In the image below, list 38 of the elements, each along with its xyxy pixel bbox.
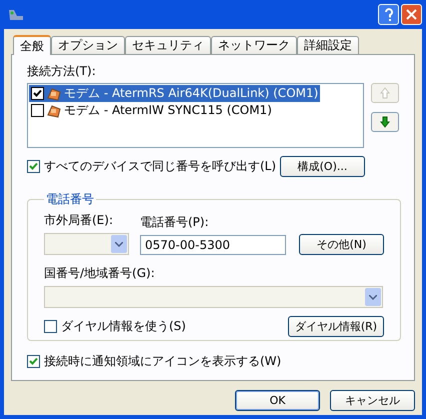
device-item[interactable]: モデム - AtermIW SYNC115 (COM1)	[29, 102, 274, 119]
configure-button[interactable]: 構成(O)...	[280, 156, 365, 177]
phone-number-field[interactable]: 0570-00-5300	[140, 235, 286, 255]
tab[interactable]: オプション	[51, 36, 125, 54]
caret-icon	[115, 242, 123, 246]
move-down-button[interactable]	[371, 112, 399, 132]
down-arrow-icon	[380, 116, 390, 128]
up-arrow-icon	[380, 87, 390, 99]
modem-icon	[46, 86, 62, 102]
modem-icon	[46, 102, 62, 118]
device-list[interactable]: モデム - AtermRS Air64K(DualLink) (COM1) モデム - AtermIW SYNC115 (COM1)	[27, 83, 364, 148]
checkbox[interactable]	[31, 87, 44, 100]
checkbox[interactable]	[27, 355, 40, 368]
cancel-button[interactable]: キャンセル	[330, 390, 415, 411]
caret-icon	[369, 294, 377, 300]
tab[interactable]: 詳細設定	[297, 36, 359, 54]
checkbox-label: ダイヤル情報を使う(S)	[61, 318, 186, 335]
phone-number-label: 電話番号(P):	[140, 214, 210, 231]
question-mark-icon	[384, 8, 394, 22]
tab[interactable]: セキュリティ	[125, 36, 211, 54]
close-button[interactable]	[401, 4, 422, 25]
device-name: モデム - AtermIW SYNC115 (COM1)	[64, 102, 272, 119]
tab[interactable]: 全般	[13, 35, 51, 55]
dialing-rules-button[interactable]: ダイヤル情報(R)	[288, 316, 384, 337]
ok-button[interactable]: OK	[235, 390, 320, 411]
connection-label: 接続方法(T):	[27, 63, 97, 80]
checkbox-label: 接続時に通知領域にアイコンを表示する(W)	[44, 353, 282, 370]
checkbox[interactable]	[44, 320, 57, 333]
other-button[interactable]: その他(N)	[299, 234, 384, 255]
checkbox[interactable]	[31, 104, 44, 117]
country-code-label: 国番号/地域番号(G):	[44, 265, 156, 282]
help-button[interactable]	[378, 4, 399, 25]
close-icon	[406, 9, 417, 20]
area-code-label: 市外局番(E):	[44, 212, 114, 229]
tab[interactable]: ネットワーク	[211, 36, 297, 54]
checkbox-label: すべてのデバイスで同じ番号を呼び出す(L)	[44, 158, 276, 175]
checkbox[interactable]	[27, 160, 40, 173]
group-title: 電話番号	[45, 191, 95, 208]
